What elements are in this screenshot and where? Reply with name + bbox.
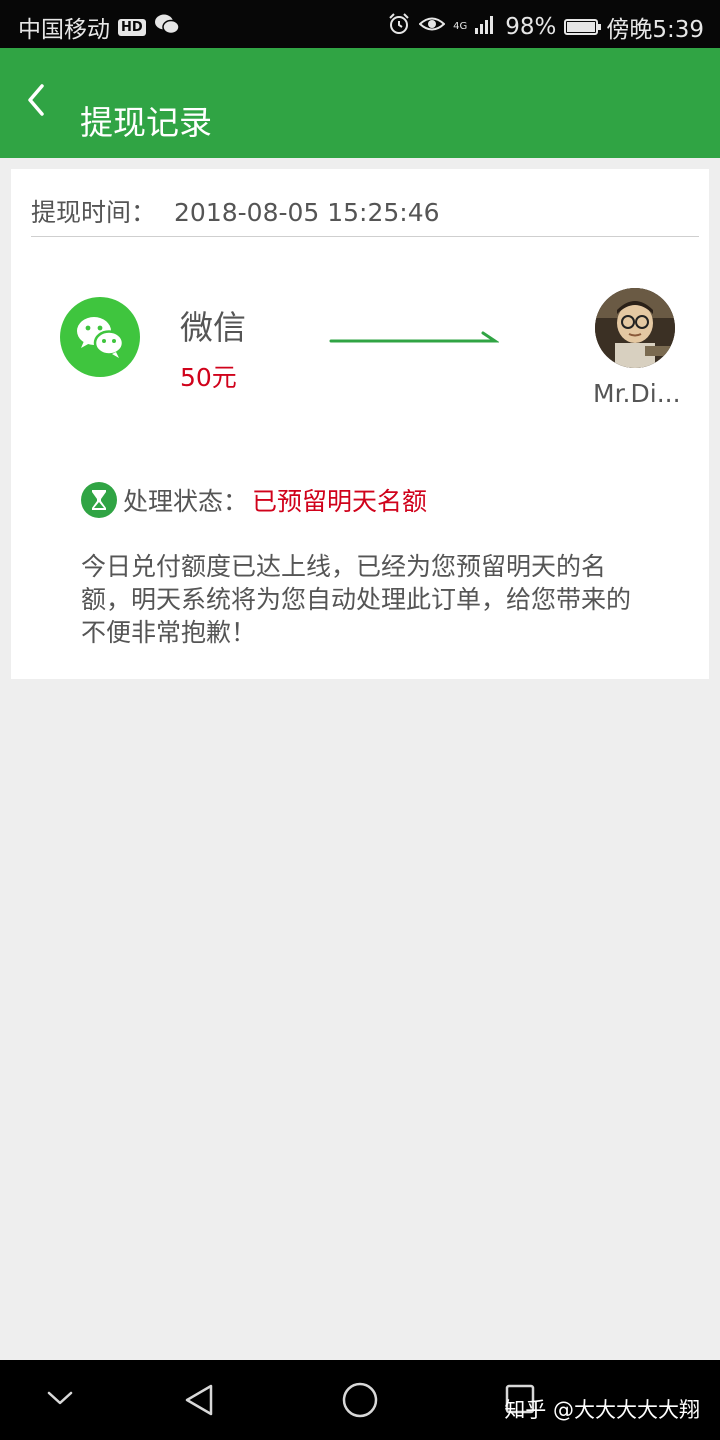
hourglass-icon bbox=[81, 482, 117, 518]
triangle-back-icon bbox=[185, 1384, 213, 1416]
recipient-name: Mr.Di... bbox=[593, 379, 681, 408]
processing-status-label: 处理状态： bbox=[123, 487, 249, 516]
battery-percent: 98% bbox=[505, 14, 557, 40]
avatar bbox=[595, 288, 675, 368]
withdrawal-time-row: 提现时间： 2018-08-05 15:25:46 bbox=[31, 193, 440, 229]
processing-status-value: 已预留明天名额 bbox=[252, 487, 428, 516]
signal-icon bbox=[475, 14, 497, 40]
hd-badge: HD bbox=[118, 18, 146, 36]
transfer-arrow-icon bbox=[329, 331, 499, 343]
withdrawal-time-label: 提现时间： bbox=[31, 198, 157, 227]
status-bar: 中国移动 HD 4G 98% 傍晚5:39 bbox=[0, 0, 720, 48]
withdrawal-time-value: 2018-08-05 15:25:46 bbox=[174, 198, 440, 227]
withdrawal-amount: 50元 bbox=[180, 363, 237, 392]
withdrawal-record-card: 提现时间： 2018-08-05 15:25:46 微信 50元 Mr.Di..… bbox=[11, 169, 709, 679]
alarm-icon bbox=[387, 12, 411, 42]
title-bar: 提现记录 bbox=[0, 48, 720, 158]
network-type-label: 4G bbox=[453, 21, 468, 32]
chevron-down-icon bbox=[47, 1391, 73, 1405]
page-title: 提现记录 bbox=[80, 103, 212, 142]
wechat-notification-icon bbox=[154, 13, 180, 41]
clock: 傍晚5:39 bbox=[606, 17, 704, 43]
battery-icon bbox=[564, 19, 602, 35]
hide-nav-button[interactable] bbox=[44, 1386, 76, 1414]
back-button[interactable] bbox=[20, 80, 60, 120]
circle-home-icon bbox=[342, 1382, 378, 1418]
watermark-text: 知乎 @大大大大大翔 bbox=[504, 1398, 700, 1422]
carrier-label: 中国移动 bbox=[18, 17, 110, 43]
home-nav-button[interactable] bbox=[340, 1380, 380, 1424]
chevron-left-icon bbox=[28, 84, 44, 116]
back-nav-button[interactable] bbox=[182, 1382, 218, 1422]
payment-method-name: 微信 bbox=[180, 308, 246, 347]
divider bbox=[31, 236, 699, 237]
wechat-icon bbox=[60, 297, 140, 377]
processing-status-row: 处理状态： 已预留明天名额 bbox=[81, 482, 427, 518]
processing-notice: 今日兑付额度已达上线，已经为您预留明天的名额，明天系统将为您自动处理此订单，给您… bbox=[81, 552, 632, 647]
eye-icon bbox=[418, 14, 446, 40]
